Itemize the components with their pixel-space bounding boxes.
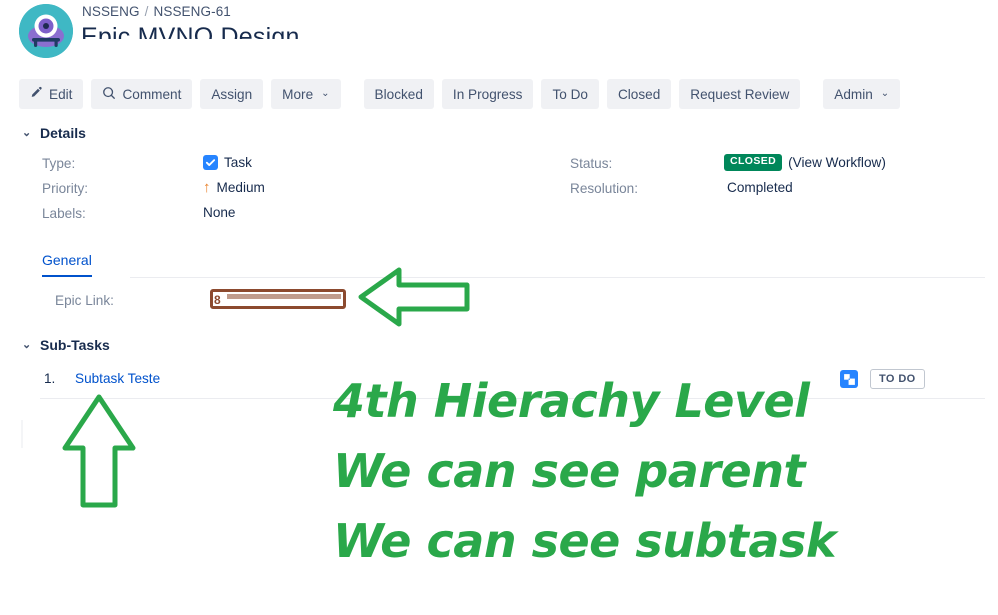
page-title: Epic MVNO Design	[81, 23, 300, 39]
priority-value-text: Medium	[216, 180, 265, 195]
details-section-title: Details	[40, 125, 86, 141]
comment-button[interactable]: Comment	[91, 79, 193, 109]
more-button-label: More	[282, 86, 314, 102]
breadcrumb-issue-key-link[interactable]: NSSENG-61	[153, 4, 230, 19]
blocked-transition-button[interactable]: Blocked	[363, 79, 434, 109]
type-value: Task	[203, 155, 252, 170]
subtasks-section-header[interactable]: ⌄ Sub-Tasks	[22, 337, 110, 353]
issue-action-toolbar: Edit Comment Assign More ⌄ Blocked In Pr…	[19, 79, 901, 109]
labels-value-text: None	[203, 205, 236, 220]
details-section-header[interactable]: ⌄ Details	[22, 125, 86, 141]
status-value: CLOSED (View Workflow)	[724, 154, 886, 171]
annotation-line-3: We can see subtask	[333, 514, 836, 568]
resolution-label: Resolution:	[570, 181, 639, 196]
assign-button-label: Assign	[211, 86, 253, 102]
breadcrumb-project-link[interactable]: NSSENG	[82, 4, 140, 19]
priority-value: ↑ Medium	[203, 180, 265, 195]
page-header: NSSENG / NSSENG-61 Epic MVNO Design	[0, 0, 998, 64]
more-button[interactable]: More ⌄	[271, 79, 341, 109]
status-badge[interactable]: TO DO	[870, 369, 925, 390]
admin-button-label: Admin	[834, 86, 873, 102]
breadcrumb: NSSENG / NSSENG-61	[82, 4, 231, 19]
up-arrow-to-subtask	[62, 394, 136, 508]
pencil-icon	[30, 86, 43, 102]
task-checkbox-icon	[203, 155, 218, 170]
closed-transition-button[interactable]: Closed	[606, 79, 672, 109]
chevron-down-icon: ⌄	[22, 126, 32, 139]
subtask-title-link[interactable]: Subtask Teste	[75, 371, 160, 386]
epic-link-redacted-value[interactable]: 8	[210, 289, 346, 309]
admin-button[interactable]: Admin ⌄	[823, 79, 901, 109]
chevron-down-icon: ⌄	[22, 338, 32, 351]
closed-button-label: Closed	[617, 86, 661, 102]
in-progress-button-label: In Progress	[452, 86, 523, 102]
type-value-text: Task	[224, 155, 252, 170]
edit-button[interactable]: Edit	[19, 79, 84, 109]
chevron-down-icon: ⌄	[880, 88, 890, 99]
view-workflow-link[interactable]: (View Workflow)	[788, 155, 886, 170]
epic-link-label: Epic Link:	[55, 293, 114, 308]
request-review-transition-button[interactable]: Request Review	[679, 79, 801, 109]
annotation-line-1: 4th Hierachy Level	[333, 374, 810, 428]
priority-label: Priority:	[42, 181, 89, 196]
annotation-line-2: We can see parent	[333, 444, 805, 498]
subtasks-section-title: Sub-Tasks	[40, 337, 110, 353]
breadcrumb-separator: /	[144, 4, 149, 19]
resolution-value-text: Completed	[727, 180, 793, 195]
project-avatar-alien-icon	[19, 4, 73, 58]
comment-button-label: Comment	[122, 86, 182, 102]
edit-button-label: Edit	[49, 86, 73, 102]
resolution-value: Completed	[727, 180, 793, 195]
chevron-down-icon: ⌄	[321, 88, 330, 99]
subtask-icon	[840, 370, 858, 388]
to-do-button-label: To Do	[552, 86, 588, 102]
field-tabs: General	[42, 252, 92, 277]
tab-divider	[130, 277, 985, 278]
subtask-index: 1.	[44, 371, 56, 386]
type-label: Type:	[42, 156, 76, 171]
assign-button[interactable]: Assign	[200, 79, 264, 109]
left-arrow-to-epic-link	[358, 267, 470, 327]
in-progress-transition-button[interactable]: In Progress	[441, 79, 534, 109]
tab-general[interactable]: General	[42, 252, 92, 277]
epic-link-value-text: 8	[214, 293, 221, 307]
labels-label: Labels:	[42, 206, 86, 221]
to-do-transition-button[interactable]: To Do	[541, 79, 599, 109]
labels-value: None	[203, 205, 236, 220]
status-badge[interactable]: CLOSED	[724, 154, 783, 171]
comment-icon	[102, 86, 116, 103]
redaction-smudge	[227, 294, 341, 299]
status-label: Status:	[570, 156, 613, 171]
priority-medium-up-arrow-icon: ↑	[203, 179, 211, 196]
blocked-button-label: Blocked	[374, 86, 423, 102]
request-review-button-label: Request Review	[690, 86, 790, 102]
scrollbar[interactable]	[21, 420, 23, 448]
